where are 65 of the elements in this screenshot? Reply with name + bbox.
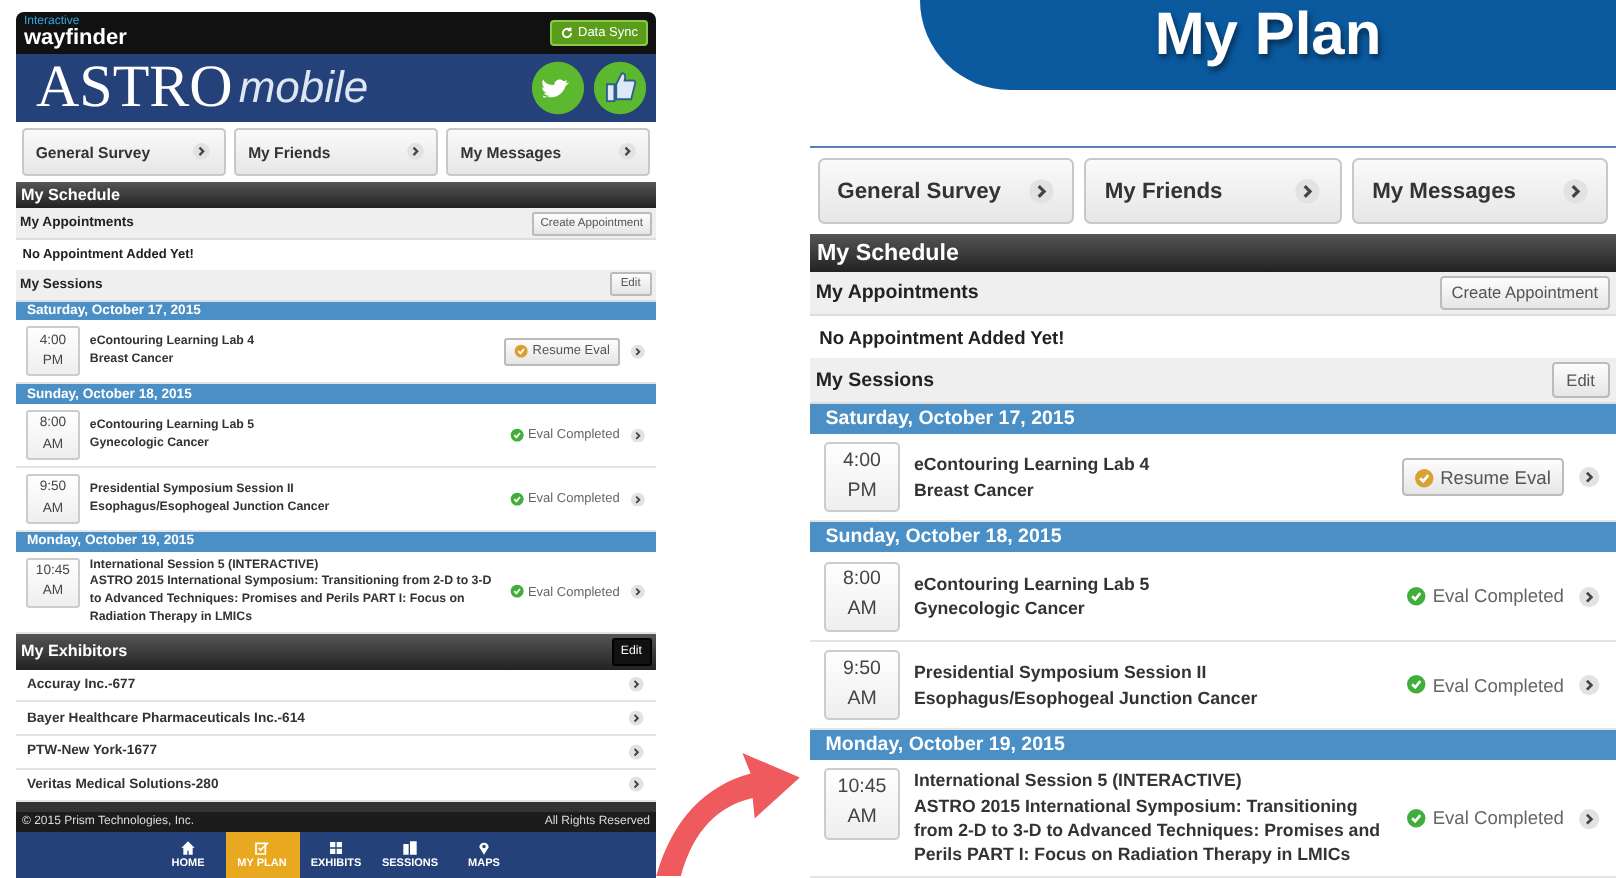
create-appointment-button[interactable]: Create Appointment [1439, 275, 1611, 311]
chevron-icon [1578, 585, 1602, 608]
section-title: My Exhibitors [20, 642, 128, 661]
chevron-icon [628, 709, 646, 727]
check-circle-icon [1406, 808, 1428, 829]
chevron-icon [405, 142, 424, 162]
session-description: International Session 5 (INTERACTIVE) ASTRO 2015 International Symposium: Transitioning from 2-D to 3-D to Advanced Techniques: Promises and Perils PART I: Focus on Radiation Therapy in LMICs [914, 768, 1383, 868]
chevron-icon [628, 776, 646, 794]
edit-button[interactable]: Edit [1551, 362, 1611, 399]
map-pin-icon [476, 840, 492, 857]
quick-link-button[interactable]: My Friends [1084, 157, 1342, 225]
grid-icon [328, 840, 344, 857]
eval-status: Eval Completed [1406, 808, 1564, 829]
subsection-title: My Sessions [815, 369, 934, 392]
check-circle-icon [1414, 467, 1435, 488]
session-description: Presidential Symposium Session II Esophagus/Esophogeal Junction Cancer [914, 660, 1260, 710]
brand-logo-text: wayfinder [24, 27, 127, 50]
app-subtitle: mobile [238, 65, 369, 110]
chevron-icon [630, 427, 646, 443]
chevron-icon [630, 584, 646, 600]
check-circle-icon [514, 344, 529, 359]
chevron-icon [192, 142, 212, 162]
chevron-icon [628, 676, 646, 693]
eval-status: Eval Completed [1406, 585, 1564, 607]
time-badge: 8:00 AM [824, 561, 900, 632]
time-badge: 10:45 AM [824, 768, 900, 840]
chevron-icon [1294, 177, 1322, 205]
chevron-icon [1578, 674, 1602, 697]
time-badge: 9:50 AM [824, 650, 900, 721]
chevron-icon [1578, 466, 1602, 489]
check-circle-icon [1406, 674, 1428, 696]
house-icon [180, 840, 196, 857]
time-badge: 4:00 PM [824, 442, 900, 513]
chevron-icon [1027, 177, 1054, 205]
twitter-bird-icon[interactable] [530, 59, 586, 116]
app-title: ASTRO [36, 57, 233, 118]
check-circle-icon [509, 492, 524, 507]
checkbox-icon [254, 840, 270, 857]
thumbs-up-icon[interactable] [592, 59, 648, 116]
resume-eval-button[interactable]: Resume Eval [1401, 458, 1564, 497]
section-header: My Schedule [810, 233, 1616, 272]
section-header: My Schedule [16, 182, 656, 209]
empty-message: No Appointment Added Yet! [817, 325, 1067, 352]
refresh-icon [560, 25, 574, 40]
chevron-icon [617, 142, 637, 162]
chevron-icon [1561, 177, 1589, 205]
chevron-icon [630, 343, 646, 360]
eval-status: Eval Completed [1406, 674, 1564, 696]
date-header: Sunday, October 18, 2015 [810, 522, 1616, 553]
chevron-icon [628, 743, 646, 760]
date-header: Monday, October 19, 2015 [810, 730, 1616, 761]
quick-link-button[interactable]: My Messages [1352, 157, 1609, 225]
session-description: eContouring Learning Lab 4 Breast Cancer [914, 452, 1152, 503]
chevron-icon [630, 491, 646, 507]
building-icon [402, 840, 418, 857]
subsection-title: My Appointments [815, 281, 979, 304]
banner-title: My Plan [1154, 0, 1382, 66]
date-header: Saturday, October 17, 2015 [810, 404, 1616, 434]
check-circle-icon [1406, 585, 1428, 607]
session-row[interactable]: 8:00 AM eContouring Learning Lab 5 Gynecologic Cancer Eval Completed [810, 552, 1616, 642]
chevron-icon [1578, 807, 1602, 830]
check-circle-icon [509, 427, 524, 443]
check-circle-icon [509, 584, 524, 600]
quick-link-button[interactable]: General Survey [817, 157, 1074, 225]
session-description: eContouring Learning Lab 5 Gynecologic Cancer [914, 571, 1152, 621]
